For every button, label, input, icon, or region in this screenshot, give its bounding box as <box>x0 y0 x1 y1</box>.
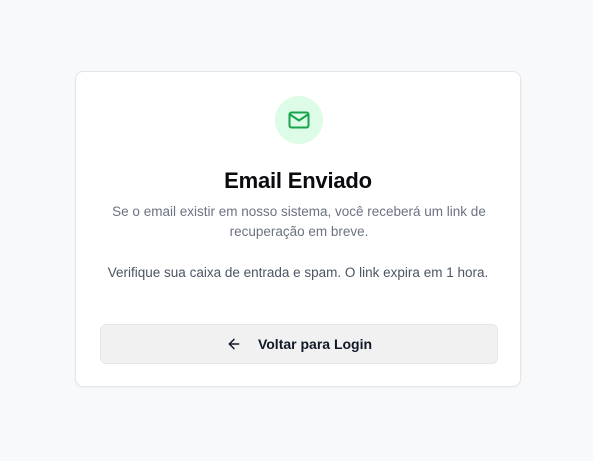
back-to-login-button[interactable]: Voltar para Login <box>100 324 498 364</box>
arrow-left-icon <box>226 336 242 352</box>
page-title: Email Enviado <box>224 168 372 193</box>
confirmation-message: Se o email existir em nosso sistema, voc… <box>112 204 486 239</box>
mail-icon <box>288 111 310 129</box>
back-to-login-label: Voltar para Login <box>257 336 373 352</box>
expiry-note: Verifique sua caixa de entrada e spam. O… <box>107 265 489 280</box>
email-sent-card: Email Enviado Se o email existir em noss… <box>75 71 521 387</box>
mail-icon-badge <box>275 96 323 144</box>
